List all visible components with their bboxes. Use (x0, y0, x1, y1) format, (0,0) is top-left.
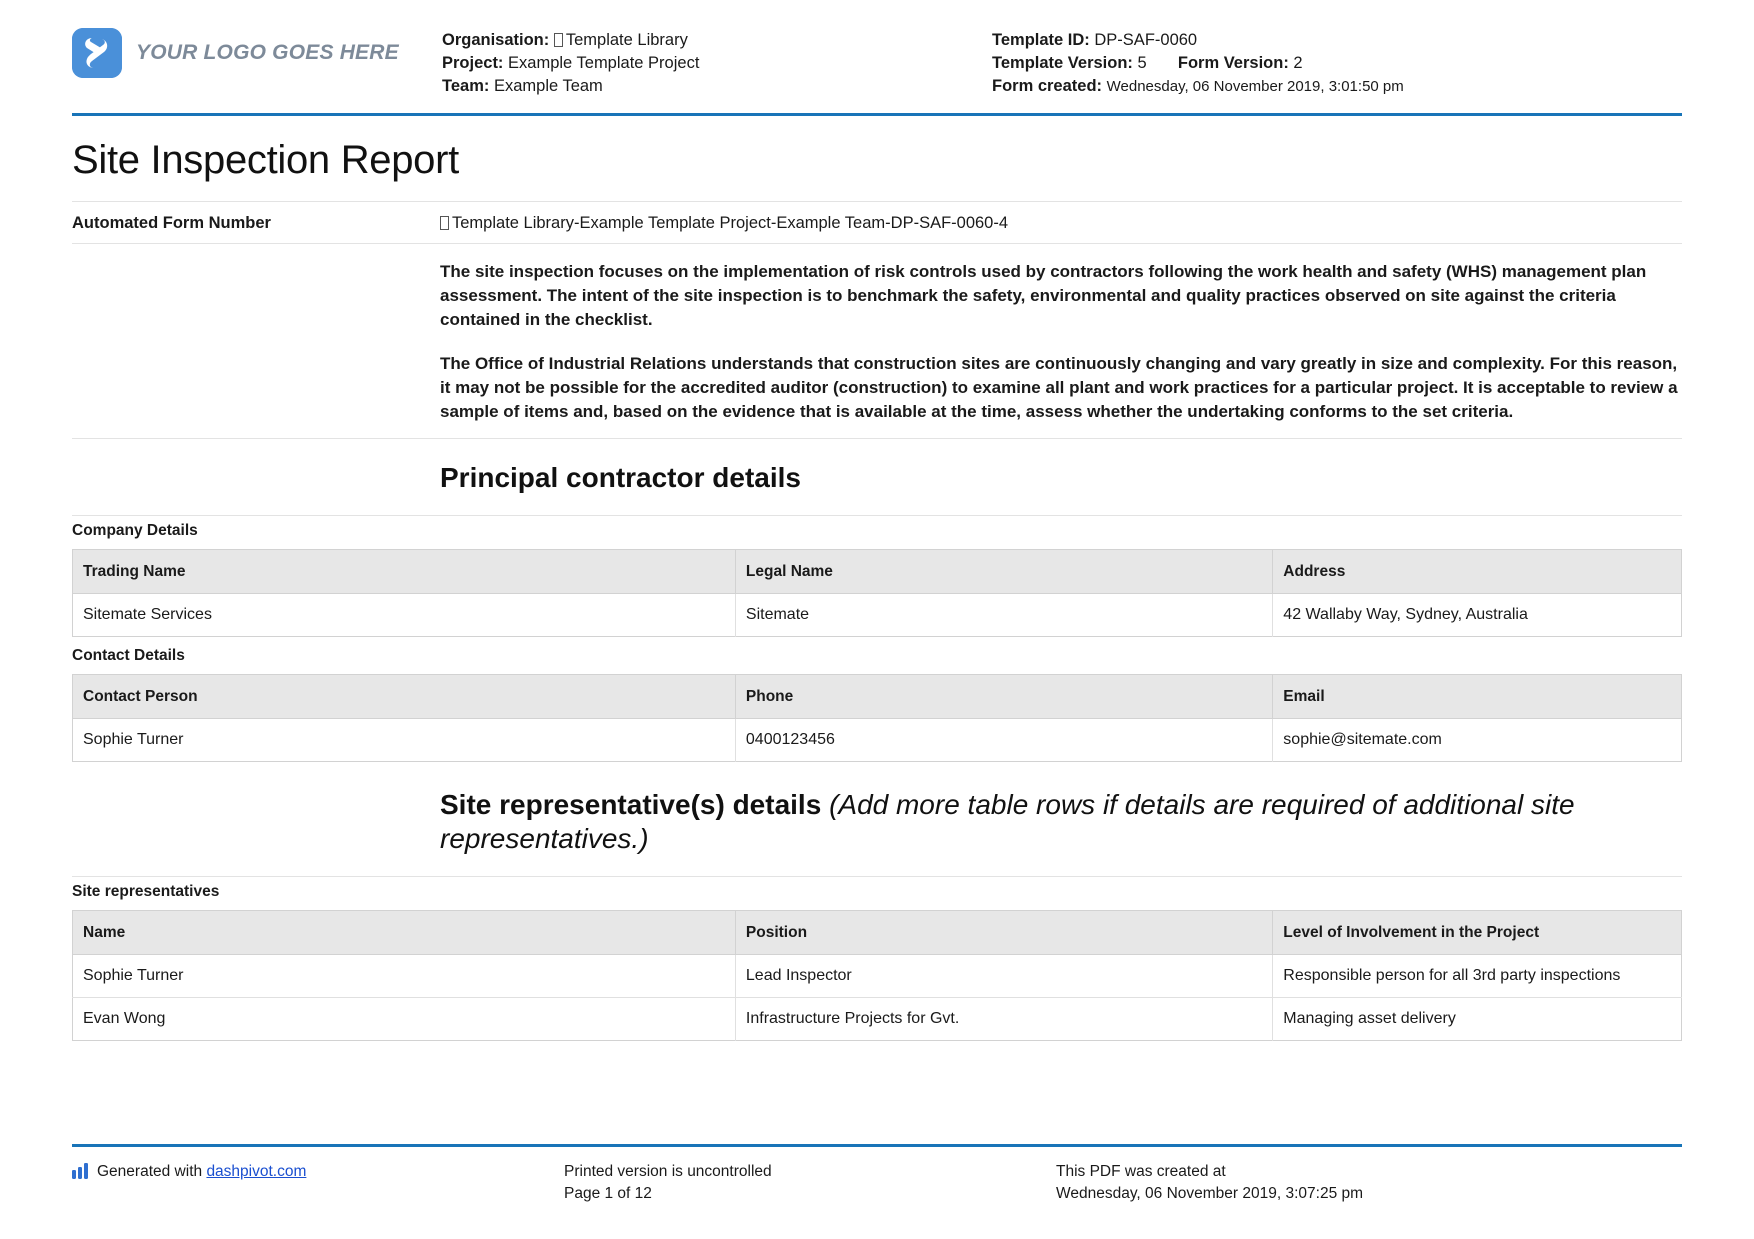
principal-contractor-section: Principal contractor details (72, 439, 1682, 515)
meta-team-value: Example Team (493, 77, 603, 95)
site-representatives-caption: Site representatives (72, 883, 220, 900)
missing-glyph-icon (440, 216, 449, 230)
meta-form-version-value: 2 (1293, 54, 1303, 72)
cell-contact-person: Sophie Turner (72, 718, 736, 762)
logo-block: YOUR LOGO GOES HERE (72, 22, 442, 78)
cell-email: sophie@sitemate.com (1272, 718, 1682, 762)
contact-details-caption: Contact Details (72, 647, 185, 664)
dashpivot-link[interactable]: dashpivot.com (206, 1163, 306, 1180)
meta-project: Project: Example Template Project (442, 53, 932, 74)
column-header-legal-name: Legal Name (735, 549, 1274, 594)
column-header-phone: Phone (735, 674, 1274, 719)
footer-generated-with: Generated with dashpivot.com (72, 1161, 564, 1205)
document-page: YOUR LOGO GOES HERE Organisation: Templa… (0, 0, 1754, 1239)
principal-contractor-heading: Principal contractor details (440, 462, 801, 493)
footer-printed-uncontrolled: Printed version is uncontrolled (564, 1163, 772, 1180)
bar-chart-icon (72, 1163, 89, 1184)
cell-name: Sophie Turner (72, 954, 736, 998)
table-row: Evan Wong Infrastructure Projects for Gv… (72, 997, 1682, 1041)
automated-form-number-label: Automated Form Number (72, 214, 271, 232)
cell-position: Lead Inspector (735, 954, 1274, 998)
cell-legal-name: Sitemate (735, 593, 1274, 637)
meta-template-id-label: Template ID: (992, 31, 1090, 49)
footer-generated-prefix: Generated with (97, 1163, 207, 1180)
contact-details-block: Contact Details Contact Person Phone Ema… (72, 641, 1682, 766)
footer-print-info: Printed version is uncontrolled Page 1 o… (564, 1161, 1056, 1205)
column-header-involvement: Level of Involvement in the Project (1272, 910, 1682, 955)
column-header-address: Address (1272, 549, 1682, 594)
meta-organisation-value: Template Library (565, 31, 688, 49)
meta-organisation: Organisation: Template Library (442, 30, 932, 51)
column-header-position: Position (735, 910, 1274, 955)
meta-template-version-value: 5 (1137, 54, 1147, 72)
cell-name: Evan Wong (72, 997, 736, 1041)
intro-body: The site inspection focuses on the imple… (440, 260, 1682, 424)
intro-paragraph-1: The site inspection focuses on the imple… (440, 262, 1647, 329)
document-footer: Generated with dashpivot.com Printed ver… (72, 1140, 1682, 1205)
cell-involvement: Responsible person for all 3rd party ins… (1272, 954, 1682, 998)
meta-form-created-value: Wednesday, 06 November 2019, 3:01:50 pm (1106, 78, 1404, 95)
meta-template-version-label: Template Version: (992, 54, 1133, 72)
page-title: Site Inspection Report (72, 138, 459, 182)
company-details-block: Company Details Trading Name Legal Name … (72, 516, 1682, 641)
company-logo-icon (72, 28, 122, 78)
footer-pdf-info: This PDF was created at Wednesday, 06 No… (1056, 1161, 1682, 1205)
automated-form-number-row: Automated Form Number Template Library-E… (72, 202, 1682, 243)
site-representatives-heading: Site representative(s) details (Add more… (440, 788, 1682, 856)
table-row: Sophie Turner Lead Inspector Responsible… (72, 954, 1682, 998)
meta-project-label: Project: (442, 54, 504, 72)
footer-pdf-created-date: Wednesday, 06 November 2019, 3:07:25 pm (1056, 1185, 1364, 1202)
meta-organisation-label: Organisation: (442, 31, 550, 49)
cell-trading-name: Sitemate Services (72, 593, 736, 637)
column-header-contact-person: Contact Person (72, 674, 736, 719)
footer-pdf-created-label: This PDF was created at (1056, 1163, 1226, 1180)
intro-paragraph-2: The Office of Industrial Relations under… (440, 354, 1678, 421)
meta-versions: Template Version: 5 Form Version: 2 (992, 53, 1682, 74)
intro-block: The site inspection focuses on the imple… (72, 244, 1682, 438)
site-representatives-table: Name Position Level of Involvement in th… (72, 910, 1682, 1041)
automated-form-number-value: Template Library-Example Template Projec… (440, 214, 1682, 233)
column-header-name: Name (72, 910, 736, 955)
company-details-table: Trading Name Legal Name Address Sitemate… (72, 549, 1682, 637)
meta-team-label: Team: (442, 77, 490, 95)
meta-template-id-value: DP-SAF-0060 (1094, 31, 1198, 49)
intro-spacer (72, 260, 440, 424)
meta-project-value: Example Template Project (508, 54, 700, 72)
company-details-caption: Company Details (72, 522, 198, 539)
site-representatives-section: Site representative(s) details (Add more… (72, 766, 1682, 876)
table-header-row: Trading Name Legal Name Address (72, 549, 1682, 594)
header-meta-right: Template ID: DP-SAF-0060 Template Versio… (932, 22, 1682, 99)
meta-form-created-label: Form created: (992, 77, 1103, 95)
table-row: Sitemate Services Sitemate 42 Wallaby Wa… (72, 593, 1682, 637)
cell-position: Infrastructure Projects for Gvt. (735, 997, 1274, 1041)
contact-details-table: Contact Person Phone Email Sophie Turner… (72, 674, 1682, 762)
meta-form-version-label: Form Version: (1177, 54, 1289, 72)
site-representatives-block: Site representatives Name Position Level… (72, 877, 1682, 1045)
footer-divider (72, 1144, 1682, 1147)
meta-template-id: Template ID: DP-SAF-0060 (992, 30, 1682, 51)
logo-text: YOUR LOGO GOES HERE (136, 41, 399, 64)
table-header-row: Name Position Level of Involvement in th… (72, 910, 1682, 955)
table-row: Sophie Turner 0400123456 sophie@sitemate… (72, 718, 1682, 762)
column-header-trading-name: Trading Name (72, 549, 736, 594)
header-divider (72, 113, 1682, 116)
cell-address: 42 Wallaby Way, Sydney, Australia (1272, 593, 1682, 637)
missing-glyph-icon (553, 33, 563, 47)
site-representatives-heading-main: Site representative(s) details (440, 789, 822, 820)
footer-page-number: Page 1 of 12 (564, 1185, 652, 1202)
meta-form-created: Form created: Wednesday, 06 November 201… (992, 76, 1682, 97)
table-header-row: Contact Person Phone Email (72, 674, 1682, 719)
automated-form-number-text: Template Library-Example Template Projec… (452, 214, 1009, 232)
header-meta-left: Organisation: Template Library Project: … (442, 22, 932, 99)
footer-generated-text: Generated with dashpivot.com (97, 1161, 306, 1183)
cell-involvement: Managing asset delivery (1272, 997, 1682, 1041)
column-header-email: Email (1272, 674, 1682, 719)
cell-phone: 0400123456 (735, 718, 1274, 762)
document-header: YOUR LOGO GOES HERE Organisation: Templa… (72, 0, 1682, 109)
meta-team: Team: Example Team (442, 76, 932, 97)
